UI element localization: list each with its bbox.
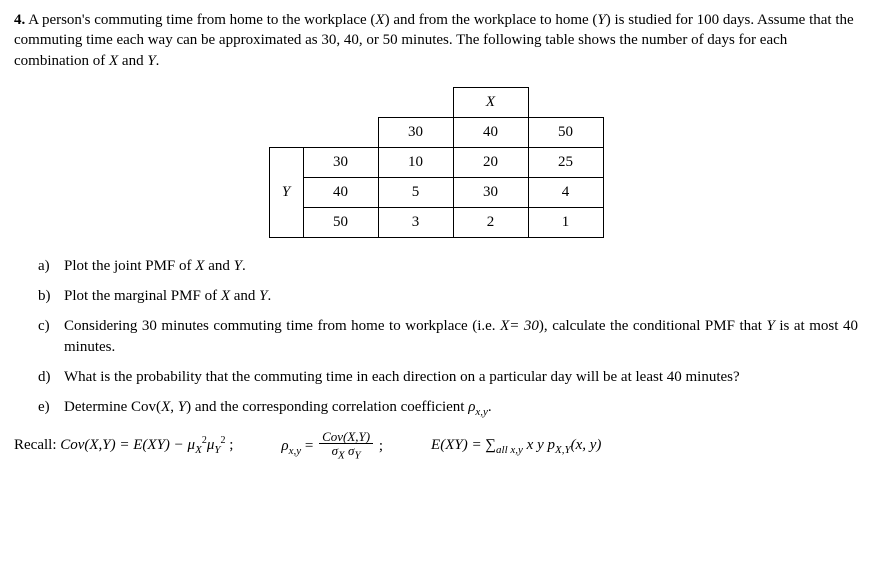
joint-frequency-table: X 30 40 50 Y 30 10 20 25 40 5 30 4 50 3 … bbox=[269, 87, 604, 238]
cell-1-1: 30 bbox=[453, 177, 528, 207]
cov-formula: Recall: Cov(X,Y) = E(XY) − μX2μY2 ; bbox=[14, 434, 233, 458]
y-level-0: 30 bbox=[303, 147, 378, 177]
cell-0-0: 10 bbox=[378, 147, 453, 177]
statement-seg-2: ) and from the workplace to home ( bbox=[385, 12, 598, 28]
part-b: b) Plot the marginal PMF of X and Y. bbox=[38, 286, 858, 306]
var-y-2: Y bbox=[147, 53, 155, 69]
part-a-marker: a) bbox=[38, 256, 50, 276]
recall-formulas: Recall: Cov(X,Y) = E(XY) − μX2μY2 ; ρx,y… bbox=[14, 430, 858, 463]
part-e: e) Determine Cov(X, Y) and the correspon… bbox=[38, 397, 858, 420]
problem-number: 4. bbox=[14, 12, 25, 28]
cell-0-2: 25 bbox=[528, 147, 603, 177]
problem-statement: 4. A person's commuting time from home t… bbox=[14, 10, 858, 71]
part-c: c) Considering 30 minutes commuting time… bbox=[38, 316, 858, 357]
cell-2-2: 1 bbox=[528, 207, 603, 237]
subparts-list: a) Plot the joint PMF of X and Y. b) Plo… bbox=[38, 256, 858, 420]
cell-1-2: 4 bbox=[528, 177, 603, 207]
var-x: X bbox=[375, 12, 384, 28]
x-header: X bbox=[453, 87, 528, 117]
y-header: Y bbox=[269, 147, 303, 237]
x-level-0: 30 bbox=[378, 117, 453, 147]
y-level-1: 40 bbox=[303, 177, 378, 207]
statement-seg-4: and bbox=[118, 53, 147, 69]
cell-2-1: 2 bbox=[453, 207, 528, 237]
part-d-marker: d) bbox=[38, 367, 51, 387]
rho-formula: ρx,y = Cov(X,Y)σX σY ; bbox=[281, 430, 383, 463]
exy-formula: E(XY) = ∑all x,y x y pX,Y(x, y) bbox=[431, 435, 601, 458]
cell-1-0: 5 bbox=[378, 177, 453, 207]
x-level-2: 50 bbox=[528, 117, 603, 147]
y-level-2: 50 bbox=[303, 207, 378, 237]
statement-seg-1: A person's commuting time from home to t… bbox=[28, 12, 375, 28]
part-d: d) What is the probability that the comm… bbox=[38, 367, 858, 387]
cell-2-0: 3 bbox=[378, 207, 453, 237]
var-y: Y bbox=[597, 12, 605, 28]
var-x-2: X bbox=[109, 53, 118, 69]
cell-0-1: 20 bbox=[453, 147, 528, 177]
part-b-marker: b) bbox=[38, 286, 51, 306]
part-a: a) Plot the joint PMF of X and Y. bbox=[38, 256, 858, 276]
x-level-1: 40 bbox=[453, 117, 528, 147]
part-c-marker: c) bbox=[38, 316, 50, 336]
statement-seg-5: . bbox=[156, 53, 160, 69]
part-e-marker: e) bbox=[38, 397, 50, 417]
